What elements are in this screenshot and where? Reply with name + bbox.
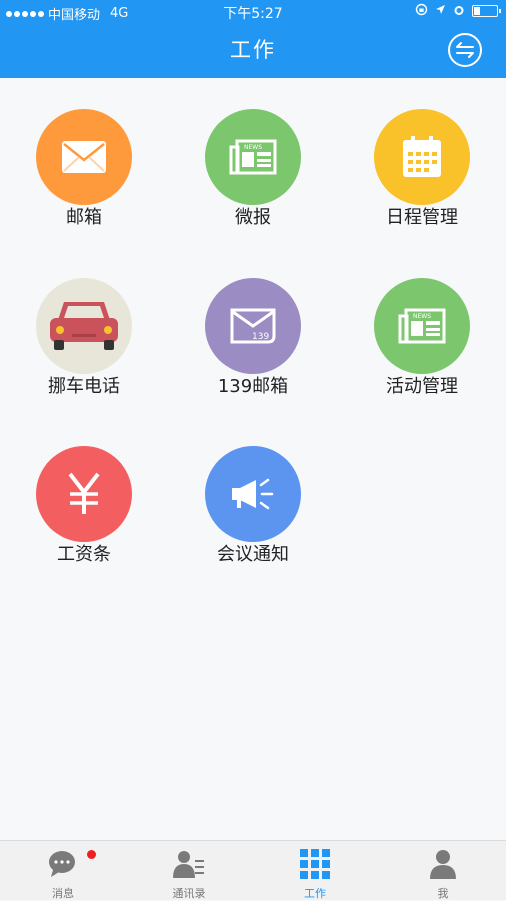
tab-messages[interactable]: 消息: [0, 841, 126, 901]
app-label: 工资条: [57, 544, 111, 565]
battery-icon: [472, 5, 501, 17]
grid-icon: [300, 849, 330, 879]
app-label: 139邮箱: [217, 376, 289, 397]
app-meeting-notice[interactable]: 会议通知: [183, 446, 323, 566]
tab-me[interactable]: 我: [380, 841, 506, 901]
location-icon: [435, 4, 446, 18]
unread-badge: [87, 850, 96, 859]
news-icon: NEWS: [374, 278, 470, 374]
mail-139-icon: 139: [205, 278, 301, 374]
tab-label: 我: [437, 887, 449, 900]
switch-button[interactable]: [448, 33, 482, 67]
person-icon: [430, 850, 456, 879]
rotation-lock-icon: [415, 3, 428, 19]
app-label: 活动管理: [386, 376, 458, 397]
app-mail[interactable]: 邮箱: [14, 109, 154, 229]
calendar-icon: [374, 109, 470, 205]
tab-label: 工作: [304, 887, 326, 900]
switch-arrows-icon: [456, 42, 474, 58]
tab-label: 通讯录: [172, 887, 206, 900]
app-calendar[interactable]: 日程管理: [352, 109, 492, 229]
tab-bar: 消息 通讯录 工作 我: [0, 840, 506, 900]
app-label: 挪车电话: [48, 376, 120, 397]
tab-contacts[interactable]: 通讯录: [126, 841, 252, 901]
tab-work[interactable]: 工作: [252, 841, 378, 901]
car-icon: [36, 278, 132, 374]
app-label: 微报: [235, 207, 271, 228]
header: 中国移动 4G 下午5:27 工作: [0, 0, 506, 78]
page-title: 工作: [230, 38, 276, 62]
app-139-mail[interactable]: 139 139邮箱: [183, 278, 323, 398]
app-label: 会议通知: [217, 544, 289, 565]
status-bar: 中国移动 4G 下午5:27: [0, 0, 506, 24]
app-label: 日程管理: [386, 207, 458, 228]
app-payslip[interactable]: 工资条: [14, 446, 154, 566]
contacts-icon: [173, 851, 204, 878]
svg-text:NEWS: NEWS: [413, 313, 431, 320]
mail-icon: [36, 109, 132, 205]
svg-text:NEWS: NEWS: [244, 144, 262, 151]
news-icon: NEWS: [205, 109, 301, 205]
app-activity-management[interactable]: NEWS 活动管理: [352, 278, 492, 398]
yen-icon: [36, 446, 132, 542]
app-label: 邮箱: [66, 207, 102, 228]
app-weibao[interactable]: NEWS 微报: [183, 109, 323, 229]
chat-icon: [49, 851, 75, 877]
app-move-car-phone[interactable]: 挪车电话: [14, 278, 154, 398]
svg-text:139: 139: [252, 332, 269, 342]
alarm-icon: [453, 4, 465, 19]
tab-label: 消息: [52, 887, 74, 900]
megaphone-icon: [205, 446, 301, 542]
